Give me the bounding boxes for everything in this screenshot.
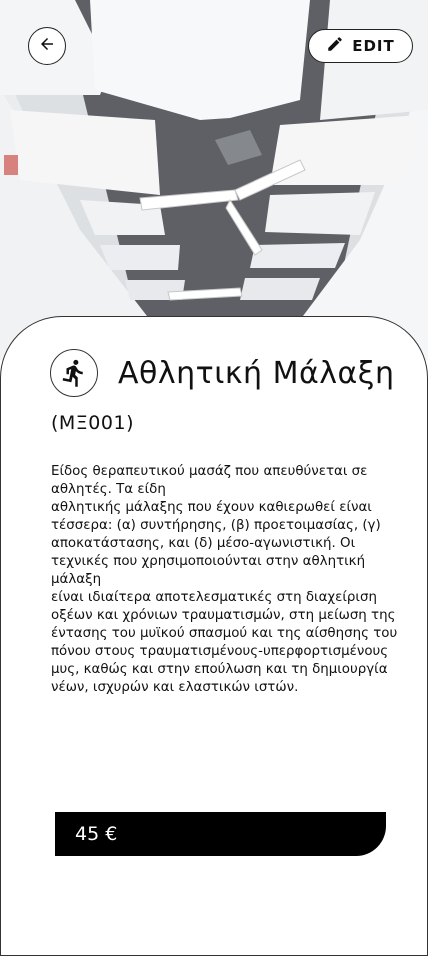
service-title: Αθλητική Μάλαξη	[118, 355, 395, 391]
service-header: Αθλητική Μάλαξη	[50, 349, 395, 397]
back-button[interactable]	[28, 27, 66, 65]
arrow-left-icon	[38, 35, 56, 57]
pencil-icon	[326, 35, 344, 57]
edit-button[interactable]: EDIT	[308, 29, 413, 63]
price-bar: 45 €	[55, 812, 386, 856]
service-code: (ΜΞ001)	[51, 412, 134, 434]
running-person-icon	[50, 349, 98, 397]
service-price: 45 €	[75, 823, 118, 845]
service-description: Είδος θεραπευτικού μασάζ που απευθύνεται…	[51, 464, 398, 695]
edit-label: EDIT	[352, 37, 395, 55]
